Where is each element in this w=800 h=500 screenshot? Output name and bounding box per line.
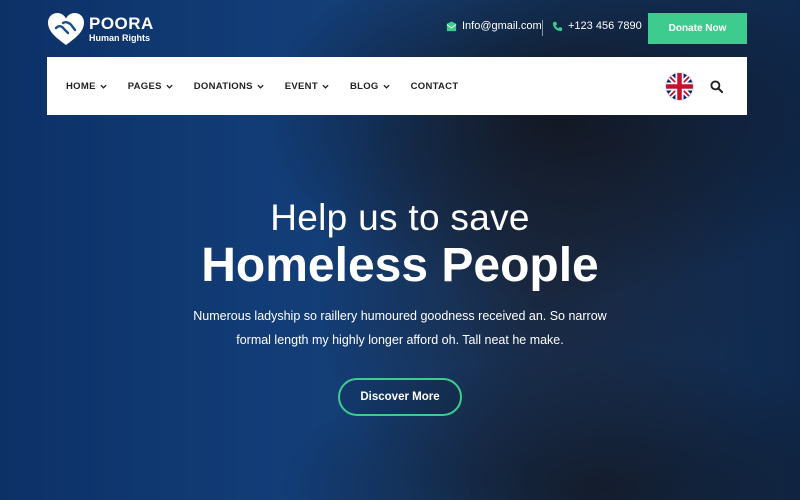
hero-description-line: formal length my highly longer afford oh… (236, 333, 564, 347)
hero-subtitle: Help us to save (270, 197, 530, 238)
hero-description-line: Numerous ladyship so raillery humoured g… (193, 309, 607, 323)
brand-tagline: Human Rights (89, 33, 151, 43)
nav-item-home[interactable]: HOME (66, 81, 107, 92)
envelope-icon (446, 20, 457, 31)
contact-email[interactable]: Info@gmail.com (446, 20, 542, 32)
main-navigation: HOME PAGES DONATIONS EVENT BLOG CONTACT (47, 57, 747, 115)
contact-divider (542, 20, 543, 36)
nav-menu: HOME PAGES DONATIONS EVENT BLOG CONTACT (66, 81, 479, 92)
hero-title: Homeless People (201, 239, 599, 292)
chevron-down-icon (100, 84, 107, 89)
nav-item-blog[interactable]: BLOG (350, 81, 390, 92)
chevron-down-icon (166, 84, 173, 89)
phone-icon (552, 21, 563, 31)
nav-item-label: PAGES (127, 80, 162, 92)
heart-hands-logo-icon (48, 13, 84, 45)
nav-item-contact[interactable]: CONTACT (411, 81, 459, 92)
search-icon[interactable] (710, 80, 723, 93)
nav-item-pages[interactable]: PAGES (128, 81, 173, 92)
discover-more-button[interactable]: Discover More (338, 378, 462, 416)
language-selector[interactable] (666, 73, 693, 100)
nav-item-label: HOME (66, 80, 96, 92)
phone-text: +123 456 7890 (568, 20, 642, 32)
uk-flag-icon (666, 73, 693, 100)
nav-item-donations[interactable]: DONATIONS (194, 81, 264, 92)
nav-item-label: BLOG (349, 80, 379, 92)
nav-item-label: EVENT (284, 80, 318, 92)
chevron-down-icon (382, 84, 390, 89)
top-bar: POORA Human Rights Info@gmail.com +123 4… (0, 0, 800, 57)
logo[interactable]: POORA Human Rights (47, 12, 154, 46)
email-text: Info@gmail.com (462, 20, 542, 32)
hero-content: Help us to save Homeless People Numerous… (0, 196, 800, 416)
chevron-down-icon (257, 84, 264, 89)
nav-item-event[interactable]: EVENT (285, 81, 329, 92)
nav-item-label: CONTACT (410, 80, 459, 92)
hero-section: POORA Human Rights Info@gmail.com +123 4… (0, 0, 800, 500)
nav-item-label: DONATIONS (193, 80, 253, 92)
hero-description: Numerous ladyship so raillery humoured g… (0, 304, 800, 352)
donate-now-button[interactable]: Donate Now (648, 13, 747, 44)
contact-phone[interactable]: +123 456 7890 (552, 20, 642, 32)
chevron-down-icon (322, 84, 329, 89)
brand-name: POORA (89, 14, 154, 33)
